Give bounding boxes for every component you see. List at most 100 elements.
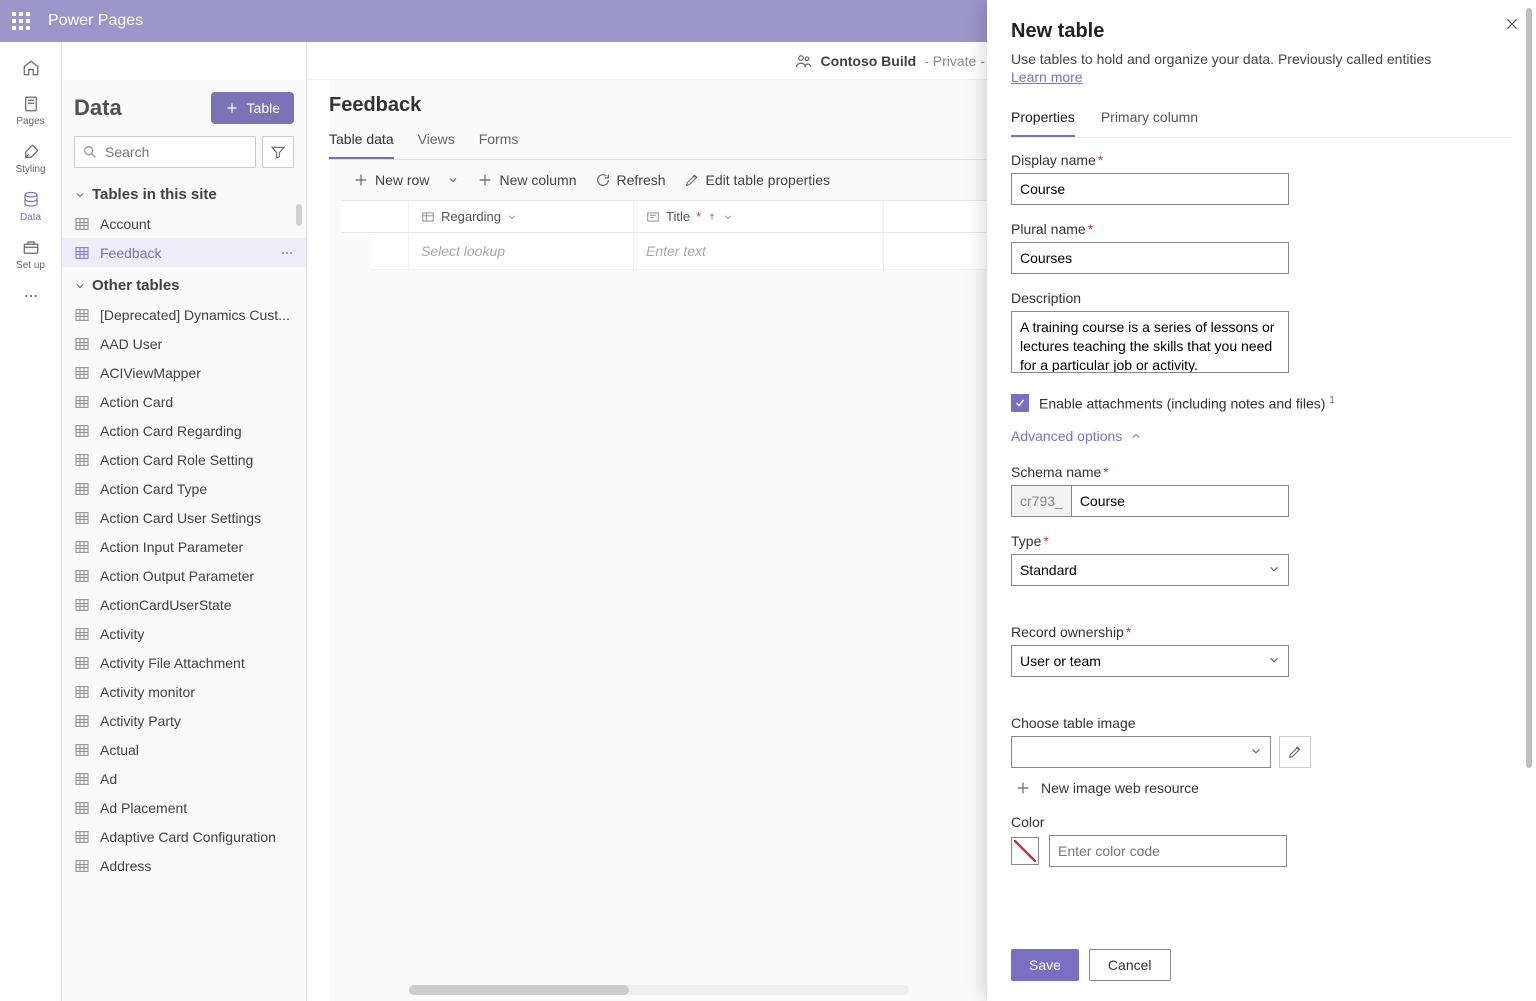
table-icon	[74, 597, 90, 613]
tab-forms[interactable]: Forms	[479, 125, 519, 159]
table-row[interactable]: Activity Party	[62, 706, 306, 735]
col-regarding-label: Regarding	[441, 209, 501, 224]
table-row[interactable]: Actual	[62, 735, 306, 764]
styling-icon	[21, 142, 41, 162]
color-input[interactable]	[1049, 835, 1287, 867]
list-item-label: Action Card User Settings	[100, 510, 261, 526]
rail-styling-label: Styling	[15, 164, 45, 175]
sort-up-icon	[707, 212, 717, 222]
app-launcher-icon[interactable]	[12, 12, 30, 30]
table-row[interactable]: Ad	[62, 764, 306, 793]
cell-regarding-placeholder[interactable]: Select lookup	[409, 233, 634, 269]
list-item-label: Ad Placement	[100, 800, 187, 816]
refresh-icon	[595, 172, 611, 188]
col-regarding[interactable]: Regarding	[409, 201, 634, 232]
rail-styling[interactable]: Styling	[0, 134, 62, 182]
table-row[interactable]: Activity	[62, 619, 306, 648]
table-icon	[74, 307, 90, 323]
attachments-checkbox-row[interactable]: Enable attachments (including notes and …	[1011, 394, 1512, 412]
ptab-properties[interactable]: Properties	[1011, 103, 1075, 137]
panel-footer: Save Cancel	[987, 937, 1536, 1001]
table-row[interactable]: Activity File Attachment	[62, 648, 306, 677]
cell-title-placeholder[interactable]: Enter text	[634, 233, 884, 269]
list-item-label: Activity File Attachment	[100, 655, 245, 671]
table-row[interactable]: Action Card User Settings	[62, 503, 306, 532]
save-button[interactable]: Save	[1011, 949, 1079, 981]
tab-table-data[interactable]: Table data	[329, 125, 394, 159]
cmd-new-row-split[interactable]	[447, 174, 459, 186]
rail-more[interactable]	[19, 284, 43, 308]
table-row[interactable]: Ad Placement	[62, 793, 306, 822]
cmd-refresh[interactable]: Refresh	[595, 172, 666, 188]
checkbox-checked[interactable]	[1011, 394, 1029, 412]
table-account[interactable]: Account	[62, 209, 306, 238]
rail-setup[interactable]: Set up	[0, 230, 62, 278]
plus-icon	[477, 172, 493, 188]
col-title[interactable]: Title *	[634, 201, 884, 232]
edit-image-button[interactable]	[1279, 736, 1311, 768]
search-input[interactable]	[74, 136, 256, 168]
panel-scrollbar[interactable]	[1526, 8, 1532, 768]
table-feedback[interactable]: Feedback	[62, 238, 306, 267]
table-row[interactable]: [Deprecated] Dynamics Cust...	[62, 300, 306, 329]
table-row[interactable]: Action Card Role Setting	[62, 445, 306, 474]
plural-name-input[interactable]	[1011, 242, 1289, 274]
table-row[interactable]: Activity monitor	[62, 677, 306, 706]
list-item-label: ACIViewMapper	[100, 365, 201, 381]
table-row[interactable]: Address	[62, 851, 306, 880]
table-row[interactable]: Action Output Parameter	[62, 561, 306, 590]
attachments-label: Enable attachments (including notes and …	[1039, 395, 1335, 412]
table-row[interactable]: Action Card	[62, 387, 306, 416]
tables-site-section[interactable]: Tables in this site	[62, 176, 306, 209]
advanced-options-toggle[interactable]: Advanced options	[1011, 428, 1512, 444]
list-item-label: Action Output Parameter	[100, 568, 254, 584]
list-item-label: Ad	[100, 771, 117, 787]
list-item-label: Adaptive Card Configuration	[100, 829, 276, 845]
filter-button[interactable]	[262, 136, 294, 168]
cancel-button[interactable]: Cancel	[1089, 949, 1171, 981]
grid-header-select[interactable]	[341, 201, 409, 232]
table-row[interactable]: AAD User	[62, 329, 306, 358]
tab-views[interactable]: Views	[418, 125, 455, 159]
panel-desc: Use tables to hold and organize your dat…	[1011, 51, 1512, 67]
schema-input[interactable]	[1071, 485, 1289, 517]
pencil-icon	[684, 172, 700, 188]
ownership-select[interactable]	[1011, 645, 1289, 677]
other-tables-section[interactable]: Other tables	[62, 267, 306, 300]
search-icon	[82, 144, 98, 160]
rail-pages[interactable]: Pages	[0, 86, 62, 134]
new-image-button[interactable]: New image web resource	[1011, 780, 1311, 796]
text-col-icon	[646, 210, 660, 224]
new-table-button[interactable]: Table	[211, 92, 294, 124]
learn-more-link[interactable]: Learn more	[1011, 69, 1083, 85]
chevron-up-icon	[1130, 430, 1142, 442]
table-row[interactable]: Action Input Parameter	[62, 532, 306, 561]
rail-home[interactable]	[0, 50, 62, 86]
color-swatch-none[interactable]	[1011, 837, 1039, 865]
cmd-new-row[interactable]: New row	[353, 172, 429, 188]
plus-icon	[353, 172, 369, 188]
image-select[interactable]	[1011, 736, 1271, 768]
table-row[interactable]: Action Card Type	[62, 474, 306, 503]
rail-data[interactable]: Data	[0, 182, 62, 230]
sidebar-scrollbar[interactable]	[296, 204, 302, 226]
table-row[interactable]: Adaptive Card Configuration	[62, 822, 306, 851]
table-row[interactable]: Action Card Regarding	[62, 416, 306, 445]
cmd-new-column[interactable]: New column	[477, 172, 576, 188]
ownership-label: Record ownership*	[1011, 624, 1289, 640]
chevron-down-icon	[447, 174, 459, 186]
list-item-label: [Deprecated] Dynamics Cust...	[100, 307, 290, 323]
lookup-col-icon	[421, 210, 435, 224]
horizontal-scrollbar[interactable]	[409, 985, 909, 995]
close-button[interactable]	[1504, 16, 1520, 32]
display-name-input[interactable]	[1011, 173, 1289, 205]
description-input[interactable]: A training course is a series of lessons…	[1011, 311, 1289, 373]
pages-icon	[21, 94, 41, 114]
type-select[interactable]	[1011, 554, 1289, 586]
item-more-button[interactable]	[280, 246, 294, 260]
cmd-edit-props[interactable]: Edit table properties	[684, 172, 831, 188]
table-row[interactable]: ActionCardUserState	[62, 590, 306, 619]
table-row[interactable]: ACIViewMapper	[62, 358, 306, 387]
table-icon	[74, 481, 90, 497]
ptab-primary-column[interactable]: Primary column	[1101, 103, 1198, 137]
